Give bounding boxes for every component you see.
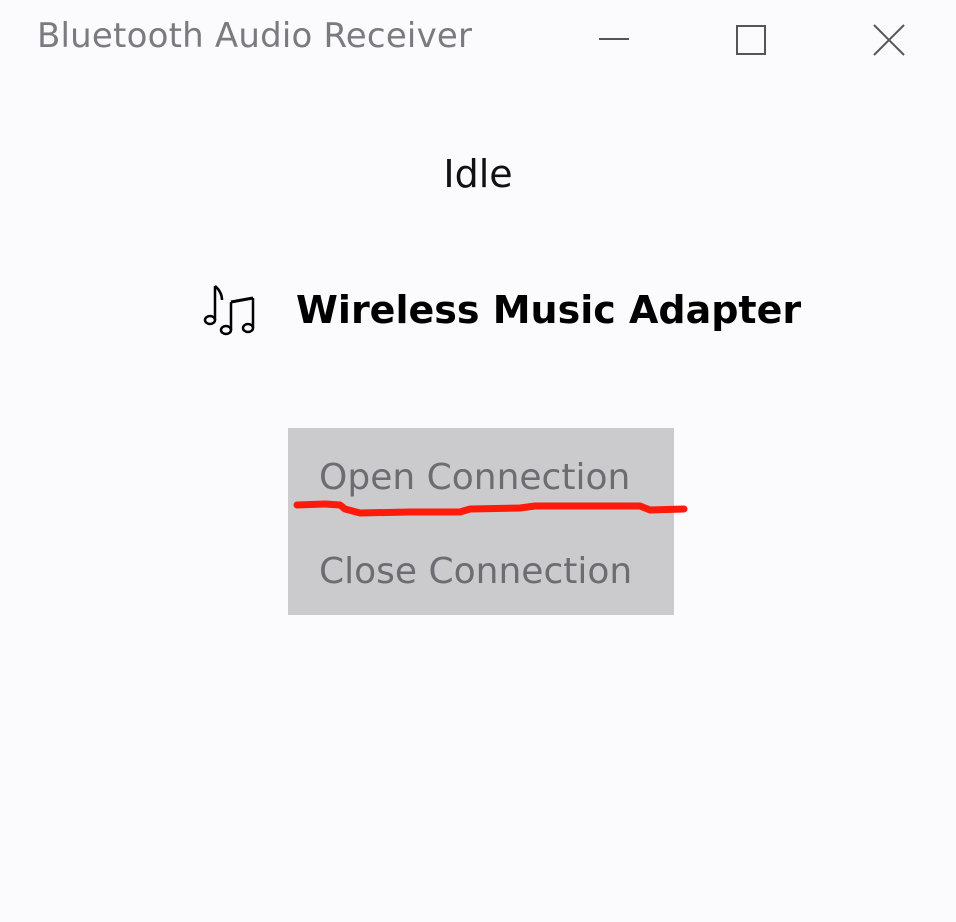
window-title: Bluetooth Audio Receiver: [37, 16, 473, 56]
close-connection-menu-item[interactable]: Close Connection: [288, 526, 674, 618]
maximize-icon: [736, 25, 766, 55]
music-notes-icon: [203, 285, 255, 336]
title-bar: Bluetooth Audio Receiver: [0, 0, 956, 80]
close-button[interactable]: [861, 12, 917, 68]
minimize-button[interactable]: [586, 12, 642, 68]
connection-status: Idle: [443, 152, 513, 196]
connection-menu: Open Connection Close Connection: [288, 428, 674, 615]
device-name: Wireless Music Adapter: [296, 288, 802, 332]
app-window: Bluetooth Audio Receiver Idle Wireless M…: [0, 0, 956, 922]
maximize-button[interactable]: [723, 12, 779, 68]
minimize-icon: [599, 38, 629, 40]
device-row: Wireless Music Adapter: [200, 278, 801, 342]
open-connection-menu-item[interactable]: Open Connection: [288, 432, 674, 524]
close-icon: [873, 24, 905, 56]
